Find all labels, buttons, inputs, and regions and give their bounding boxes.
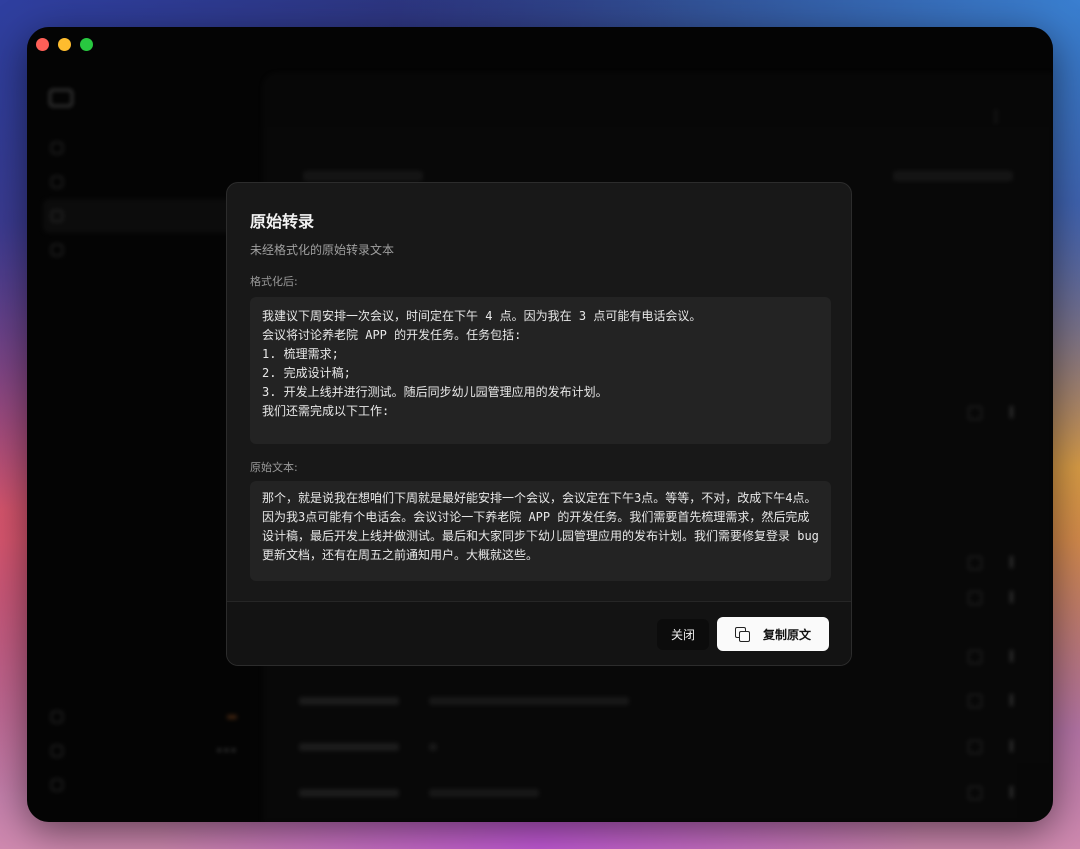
- app-window: ••• ⋮ 原始转录 未经格式化的原始转录文本 格式化后: 我建议下周安排一次会…: [27, 27, 1053, 822]
- formatted-line: 我建议下周安排一次会议，时间定在下午 4 点。因为我在 3 点可能有电话会议。: [262, 309, 702, 323]
- raw-text-box[interactable]: 那个，就是说我在想咱们下周就是最好能安排一个会议，会议定在下午3点。等等，不对，…: [250, 481, 831, 581]
- formatted-line: 3. 开发上线并进行测试。随后同步幼儿园管理应用的发布计划。: [262, 385, 608, 399]
- dialog-subtitle: 未经格式化的原始转录文本: [250, 243, 395, 257]
- copy-original-label: 复制原文: [762, 627, 811, 642]
- copy-original-button[interactable]: 复制原文: [717, 617, 829, 651]
- formatted-label: 格式化后:: [250, 275, 298, 288]
- formatted-line: 我们还需完成以下工作:: [262, 404, 390, 418]
- formatted-line: 会议将讨论养老院 APP 的开发任务。任务包括:: [262, 328, 522, 342]
- window-controls: [36, 38, 93, 51]
- formatted-line: 2. 完成设计稿;: [262, 366, 351, 380]
- maximize-window-button[interactable]: [80, 38, 93, 51]
- formatted-line: 1. 梳理需求;: [262, 347, 339, 361]
- close-button[interactable]: 关闭: [656, 619, 709, 650]
- close-window-button[interactable]: [36, 38, 49, 51]
- formatted-text-box[interactable]: 我建议下周安排一次会议，时间定在下午 4 点。因为我在 3 点可能有电话会议。 …: [250, 297, 831, 444]
- dialog-footer: 关闭 复制原文: [227, 601, 851, 665]
- copy-icon: [734, 627, 750, 642]
- dialog-title: 原始转录: [250, 212, 315, 231]
- raw-label: 原始文本:: [250, 461, 298, 474]
- minimize-window-button[interactable]: [58, 38, 71, 51]
- transcript-dialog: 原始转录 未经格式化的原始转录文本 格式化后: 我建议下周安排一次会议，时间定在…: [226, 182, 852, 666]
